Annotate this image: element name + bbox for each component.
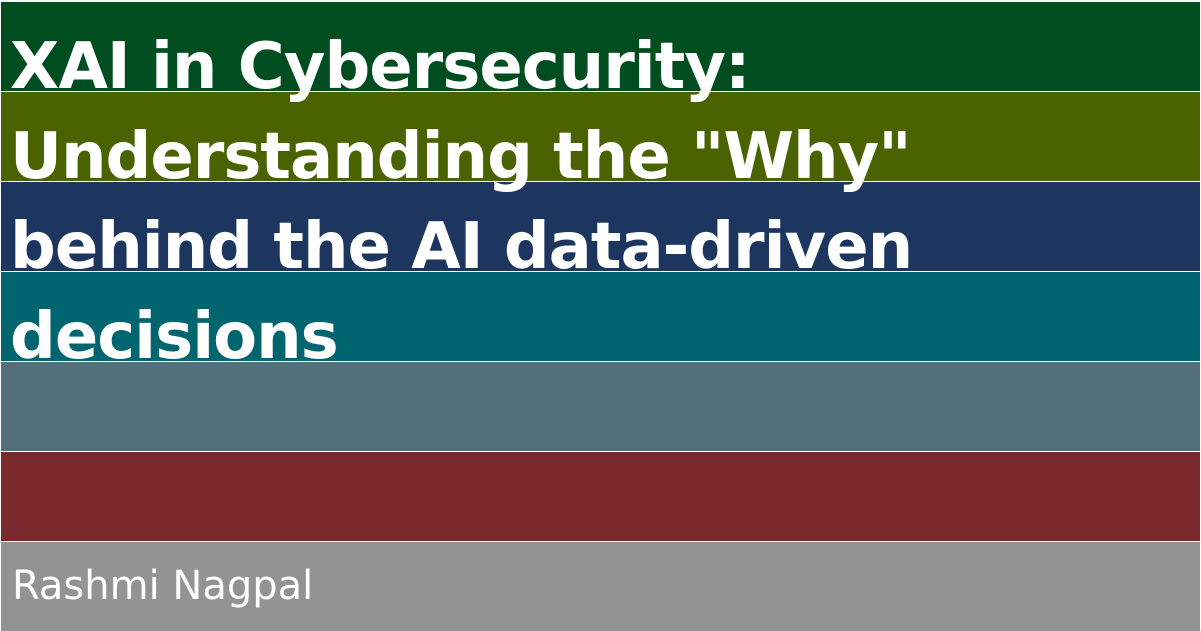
title-line: decisions [10,300,339,374]
talk-title: XAI in Cybersecurity: Understanding the … [10,22,1160,382]
title-card: XAI in Cybersecurity: Understanding the … [0,0,1201,631]
title-line: behind the AI data-driven [10,210,913,284]
color-band-maroon [1,452,1200,541]
author-name: Rashmi Nagpal [12,563,314,609]
title-line: XAI in Cybersecurity: [10,30,751,104]
title-line: Understanding the "Why" [10,120,912,194]
